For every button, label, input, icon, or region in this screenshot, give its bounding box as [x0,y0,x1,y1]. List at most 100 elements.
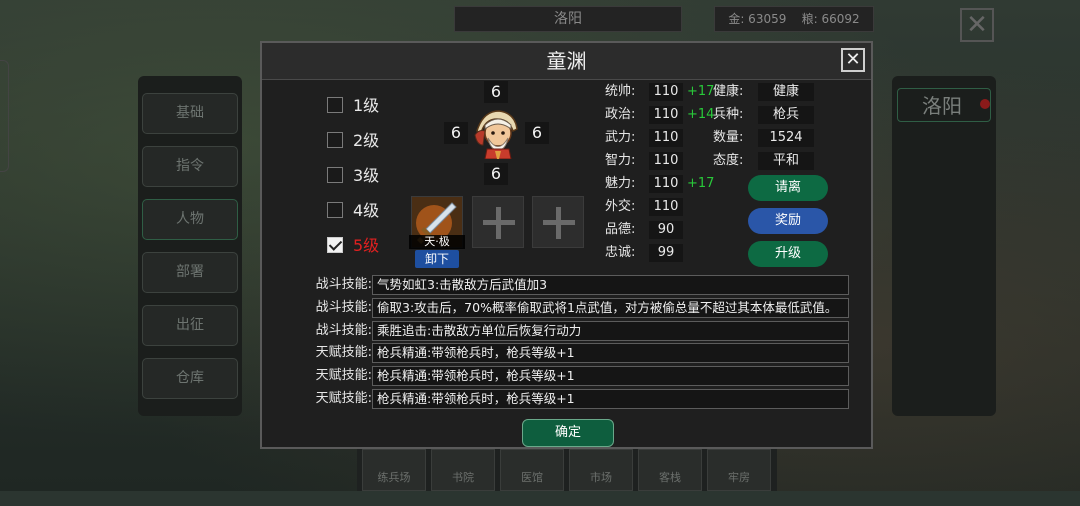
left-edge-tab[interactable] [0,60,9,172]
menu-basic-label: 基础 [176,105,204,121]
portrait-number-right: 6 [525,122,549,144]
stat-label-diplomacy: 外交: [605,199,636,214]
stat-value-diplomacy: 110 [649,198,683,216]
item-tag: 天·极 [409,235,465,249]
level-label: 4级 [353,201,380,220]
stat-value-loyalty: 99 [649,244,683,262]
stat-label-intellect: 智力: [605,153,636,168]
stat-label-loyalty: 忠诚: [605,245,636,260]
checkbox-icon[interactable] [327,202,343,218]
stat-value-attitude: 平和 [758,152,814,170]
city-title: 洛阳 [554,11,582,27]
skill-description: 偷取3:攻击后，70%概率偷取武将1点武值，对方被偷总量不超过其本体最低武值。 [372,298,849,318]
stat-value-intellect: 110 [649,152,683,170]
stat-value-quantity: 1524 [758,129,814,147]
stat-value-health: 健康 [758,83,814,101]
resources-text: 金: 63059 粮: 66092 [728,12,860,26]
portrait-number-top: 6 [484,81,508,103]
building-prison-label: 牢房 [728,471,750,484]
building-academy[interactable]: 书院 [431,449,495,491]
building-academy-label: 书院 [452,471,474,484]
stat-bonus-command: +17 [687,84,715,99]
stat-label-troop-type: 兵种: [713,107,744,122]
menu-warehouse-label: 仓库 [176,370,204,386]
stat-label-health: 健康: [713,84,744,99]
dismiss-button[interactable]: 请离 [748,175,828,201]
skill-type-label: 战斗技能: [315,277,372,292]
building-inn[interactable]: 客栈 [638,449,702,491]
skill-type-label: 天赋技能: [315,391,372,406]
checkbox-checked-icon[interactable] [327,237,343,253]
menu-command-label: 指令 [176,158,204,174]
stat-label-attitude: 态度: [713,153,744,168]
stat-label-virtue: 品德: [605,222,636,237]
close-icon[interactable]: ✕ [841,48,865,72]
right-city-panel [892,76,996,416]
building-market[interactable]: 市场 [569,449,633,491]
skill-description: 枪兵精通:带领枪兵时，枪兵等级+1 [372,343,849,363]
menu-warehouse[interactable]: 仓库 [142,358,238,399]
reward-button[interactable]: 奖励 [748,208,828,234]
building-market-label: 市场 [590,471,612,484]
checkbox-icon[interactable] [327,97,343,113]
stat-value-virtue: 90 [649,221,683,239]
level-option-1[interactable]: 1级 [320,94,392,118]
menu-command[interactable]: 指令 [142,146,238,187]
plus-icon-vertical [496,207,501,239]
portrait-number-left: 6 [444,122,468,144]
portrait-number-bottom: 6 [484,163,508,185]
skill-description: 枪兵精通:带领枪兵时，枪兵等级+1 [372,366,849,386]
stat-value-command: 110 [649,83,683,101]
skill-description: 枪兵精通:带领枪兵时，枪兵等级+1 [372,389,849,409]
confirm-button[interactable]: 确定 [522,419,614,447]
level-option-4[interactable]: 4级 [320,199,392,223]
stat-label-politics: 政治: [605,107,636,122]
menu-deploy-label: 部署 [176,264,204,280]
stat-bonus-politics: +14 [687,107,715,122]
building-clinic[interactable]: 医馆 [500,449,564,491]
side-city-label: 洛阳 [922,94,962,118]
menu-expedition[interactable]: 出征 [142,305,238,346]
building-training[interactable]: 练兵场 [362,449,426,491]
equipment-slot-empty-1[interactable] [472,196,524,248]
menu-deploy[interactable]: 部署 [142,252,238,293]
level-option-2[interactable]: 2级 [320,129,392,153]
menu-character[interactable]: 人物 [142,199,238,240]
checkbox-icon[interactable] [327,167,343,183]
dialog-title: 童渊 [546,49,587,73]
character-dialog: 童渊 ✕ 1级 2级 3级 4级 5级 6 6 6 6 天·极 卸下 统帅: 1… [260,41,873,449]
level-label: 1级 [353,96,380,115]
city-title-bar: 洛阳 [454,6,682,32]
menu-character-label: 人物 [176,211,204,227]
resource-bar: 金: 63059 粮: 66092 [714,6,874,32]
skill-type-label: 战斗技能: [315,323,372,338]
level-option-5[interactable]: 5级 [320,234,392,258]
stat-label-command: 统帅: [605,84,636,99]
character-portrait [473,105,521,160]
checkbox-icon[interactable] [327,132,343,148]
building-prison[interactable]: 牢房 [707,449,771,491]
side-city-button[interactable]: 洛阳 [897,88,991,122]
building-inn-label: 客栈 [659,471,681,484]
menu-expedition-label: 出征 [176,317,204,333]
level-label-selected: 5级 [353,236,380,255]
level-label: 2级 [353,131,380,150]
upgrade-button[interactable]: 升级 [748,241,828,267]
stat-value-force: 110 [649,129,683,147]
stat-value-troop-type: 枪兵 [758,106,814,124]
equipment-slot-empty-2[interactable] [532,196,584,248]
plus-icon-vertical [556,207,561,239]
skill-type-label: 战斗技能: [315,300,372,315]
skill-description: 气势如虹3:击散敌方后武值加3 [372,275,849,295]
stat-label-charm: 魅力: [605,176,636,191]
stat-value-politics: 110 [649,106,683,124]
bg-close-icon[interactable]: ✕ [960,8,994,42]
stat-value-charm: 110 [649,175,683,193]
skill-type-label: 天赋技能: [315,345,372,360]
level-option-3[interactable]: 3级 [320,164,392,188]
stat-label-force: 武力: [605,130,636,145]
building-training-label: 练兵场 [377,471,411,484]
menu-basic[interactable]: 基础 [142,93,238,134]
skill-description: 乘胜追击:击散敌方单位后恢复行动力 [372,321,849,341]
unequip-button[interactable]: 卸下 [415,250,459,268]
